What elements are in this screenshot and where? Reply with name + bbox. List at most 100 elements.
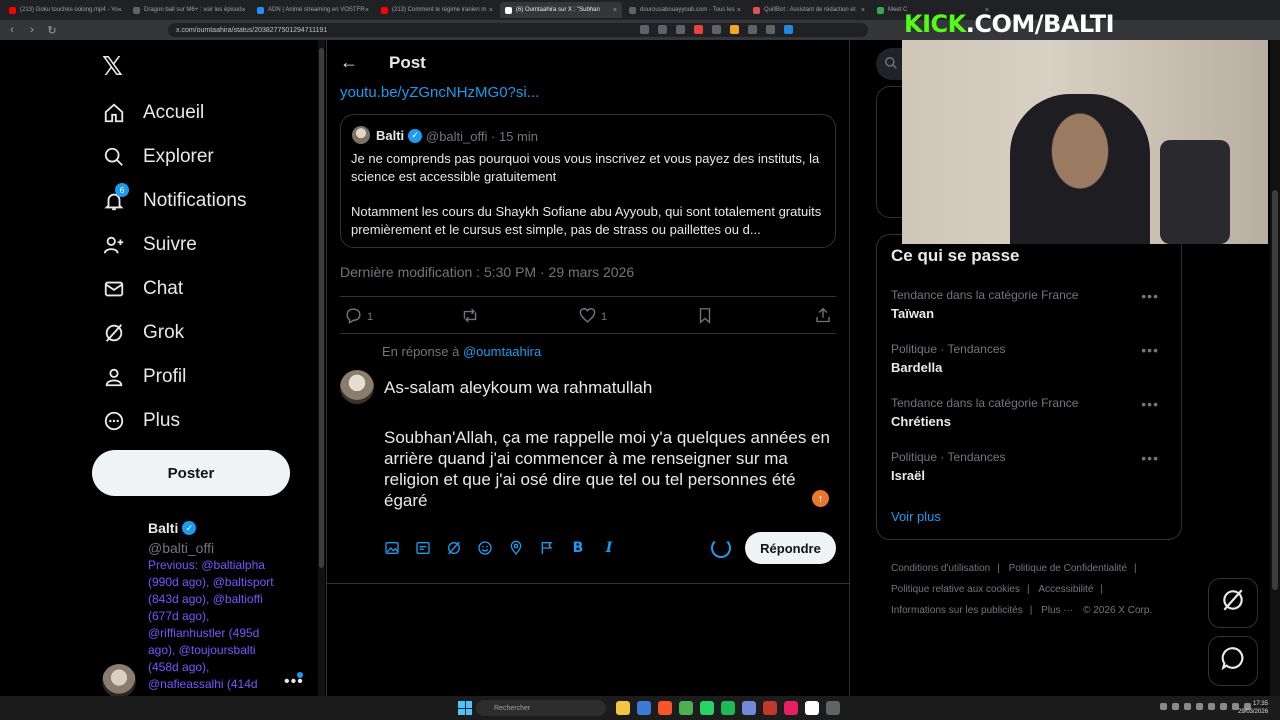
browser-tab[interactable]: QuillBot : Assistant de rédaction et × <box>748 2 870 18</box>
tab-close-icon[interactable]: × <box>489 7 493 14</box>
quoted-handle[interactable]: @balti_offi <box>426 129 487 144</box>
quoted-author-name[interactable]: Balti ✓ <box>376 128 423 143</box>
x-logo-icon[interactable]: 𝕏 <box>102 52 123 82</box>
browser-tab[interactable]: dourousabouayyoub.com - Tous les × <box>624 2 746 18</box>
tab-close-icon[interactable]: × <box>737 7 741 14</box>
italic-icon[interactable]: I <box>601 540 617 556</box>
windows-start-icon[interactable] <box>458 701 472 715</box>
share-action[interactable] <box>814 306 832 328</box>
nav-item-grok[interactable]: Grok <box>102 318 184 348</box>
app-icon[interactable] <box>742 701 756 715</box>
tab-close-icon[interactable]: × <box>365 7 369 14</box>
left-scrollbar[interactable] <box>318 40 325 696</box>
file-explorer-icon[interactable] <box>616 701 630 715</box>
taskbar-clock[interactable]: 17:35 29/03/2026 <box>1238 700 1268 716</box>
footer-link[interactable]: Politique relative aux cookies <box>891 584 1020 595</box>
tray-icon[interactable] <box>1160 703 1167 710</box>
youtube-link[interactable]: youtu.be/yZGncNHzMG0?si... <box>340 84 539 101</box>
repost-action[interactable] <box>460 306 480 328</box>
app-icon[interactable] <box>826 701 840 715</box>
avatar[interactable] <box>352 126 370 144</box>
forward-nav-icon[interactable]: › <box>26 24 38 36</box>
taskbar-search[interactable]: Rechercher <box>476 700 606 716</box>
nav-item-suivre[interactable]: Suivre <box>102 230 197 260</box>
nav-item-profil[interactable]: Profil <box>102 362 186 392</box>
browser-tab[interactable]: (213) Goku touches oolong.mp4 - Yo × <box>4 2 126 18</box>
nav-item-plus[interactable]: Plus <box>102 406 180 436</box>
more-options-icon[interactable]: ••• <box>1141 396 1159 412</box>
trend-item[interactable]: Politique · Tendances Israël ••• <box>891 450 1171 483</box>
scrollbar-thumb[interactable] <box>1272 190 1278 590</box>
right-scrollbar[interactable] <box>1270 40 1280 696</box>
reply-composer[interactable]: As-salam aleykoum wa rahmatullah Soubhan… <box>384 377 836 511</box>
tab-close-icon[interactable]: × <box>242 7 246 14</box>
trend-item[interactable]: Tendance dans la catégorie France Taïwan… <box>891 288 1171 321</box>
footer-link[interactable]: Plus ··· <box>1041 605 1073 616</box>
emoji-icon[interactable] <box>477 540 493 556</box>
extension-icon[interactable] <box>712 25 721 34</box>
bookmark-action[interactable] <box>696 306 714 328</box>
tab-close-icon[interactable]: × <box>118 7 122 14</box>
nav-item-notifications[interactable]: 6 Notifications <box>102 183 247 216</box>
messages-button[interactable] <box>1208 636 1258 686</box>
extension-icon[interactable] <box>766 25 775 34</box>
extension-icon[interactable] <box>658 25 667 34</box>
app-icon[interactable] <box>679 701 693 715</box>
back-arrow-icon[interactable]: ← <box>340 52 358 73</box>
back-nav-icon[interactable]: ‹ <box>6 24 18 36</box>
trend-item[interactable]: Tendance dans la catégorie France Chréti… <box>891 396 1171 429</box>
browser-tab[interactable]: (6) Oumtaahira sur X : "Subhan × <box>500 2 622 18</box>
reply-button[interactable]: Répondre <box>745 532 836 564</box>
see-more-link[interactable]: Voir plus <box>891 509 941 524</box>
scrollbar-thumb[interactable] <box>319 48 324 568</box>
app-icon[interactable] <box>784 701 798 715</box>
whatsapp-icon[interactable] <box>700 701 714 715</box>
nav-item-accueil[interactable]: Accueil <box>102 98 204 128</box>
location-icon[interactable] <box>508 540 524 556</box>
like-action[interactable]: 1 <box>578 306 607 328</box>
footer-link[interactable]: Politique de Confidentialité <box>1009 563 1127 574</box>
extension-icon[interactable] <box>784 25 793 34</box>
more-options-icon[interactable]: ••• <box>1141 342 1159 358</box>
tray-icon[interactable] <box>1208 703 1215 710</box>
nav-item-chat[interactable]: Chat <box>102 274 183 304</box>
grok-button[interactable] <box>1208 578 1258 628</box>
footer-link[interactable]: Conditions d'utilisation <box>891 563 990 574</box>
brave-browser-icon[interactable] <box>658 701 672 715</box>
avatar[interactable] <box>340 370 374 404</box>
trend-item[interactable]: Politique · Tendances Bardella ••• <box>891 342 1171 375</box>
browser-tab[interactable]: (213) Comment le régime iranien m × <box>376 2 498 18</box>
notion-icon[interactable] <box>805 701 819 715</box>
image-icon[interactable] <box>384 540 400 556</box>
tray-icon[interactable] <box>1184 703 1191 710</box>
footer-link[interactable]: Accessibilité <box>1038 584 1093 595</box>
profile-name[interactable]: Balti ✓ <box>148 520 197 536</box>
last-modified[interactable]: Dernière modification : 5:30 PM · 29 mar… <box>340 264 634 280</box>
app-icon[interactable] <box>763 701 777 715</box>
footer-link[interactable]: Informations sur les publicités <box>891 605 1023 616</box>
reply-action[interactable]: 1 <box>344 306 373 328</box>
more-options-icon[interactable]: ••• <box>1141 450 1159 466</box>
extension-icon[interactable] <box>748 25 757 34</box>
flag-icon[interactable] <box>539 540 555 556</box>
app-icon[interactable] <box>637 701 651 715</box>
grammar-extension-icon[interactable]: ↑ <box>812 490 829 507</box>
avatar[interactable] <box>102 664 136 698</box>
nav-item-explorer[interactable]: Explorer <box>102 142 214 172</box>
post-button[interactable]: Poster <box>92 450 290 496</box>
spotify-icon[interactable] <box>721 701 735 715</box>
gif-icon[interactable] <box>415 540 431 556</box>
reply-to-handle[interactable]: @oumtaahira <box>463 344 541 359</box>
extension-icon[interactable] <box>694 25 703 34</box>
tray-icon[interactable] <box>1220 703 1227 710</box>
tab-close-icon[interactable]: × <box>861 7 865 14</box>
tray-icon[interactable] <box>1196 703 1203 710</box>
grok-icon[interactable] <box>446 540 462 556</box>
more-options-icon[interactable]: ••• <box>1141 288 1159 304</box>
reload-icon[interactable]: ↻ <box>46 24 58 37</box>
bold-icon[interactable]: B <box>570 540 586 556</box>
tab-close-icon[interactable]: × <box>613 7 617 14</box>
browser-tab[interactable]: Dragon ball sur M6+ : voir les épisod × <box>128 2 250 18</box>
extension-icon[interactable] <box>640 25 649 34</box>
tray-icon[interactable] <box>1172 703 1179 710</box>
